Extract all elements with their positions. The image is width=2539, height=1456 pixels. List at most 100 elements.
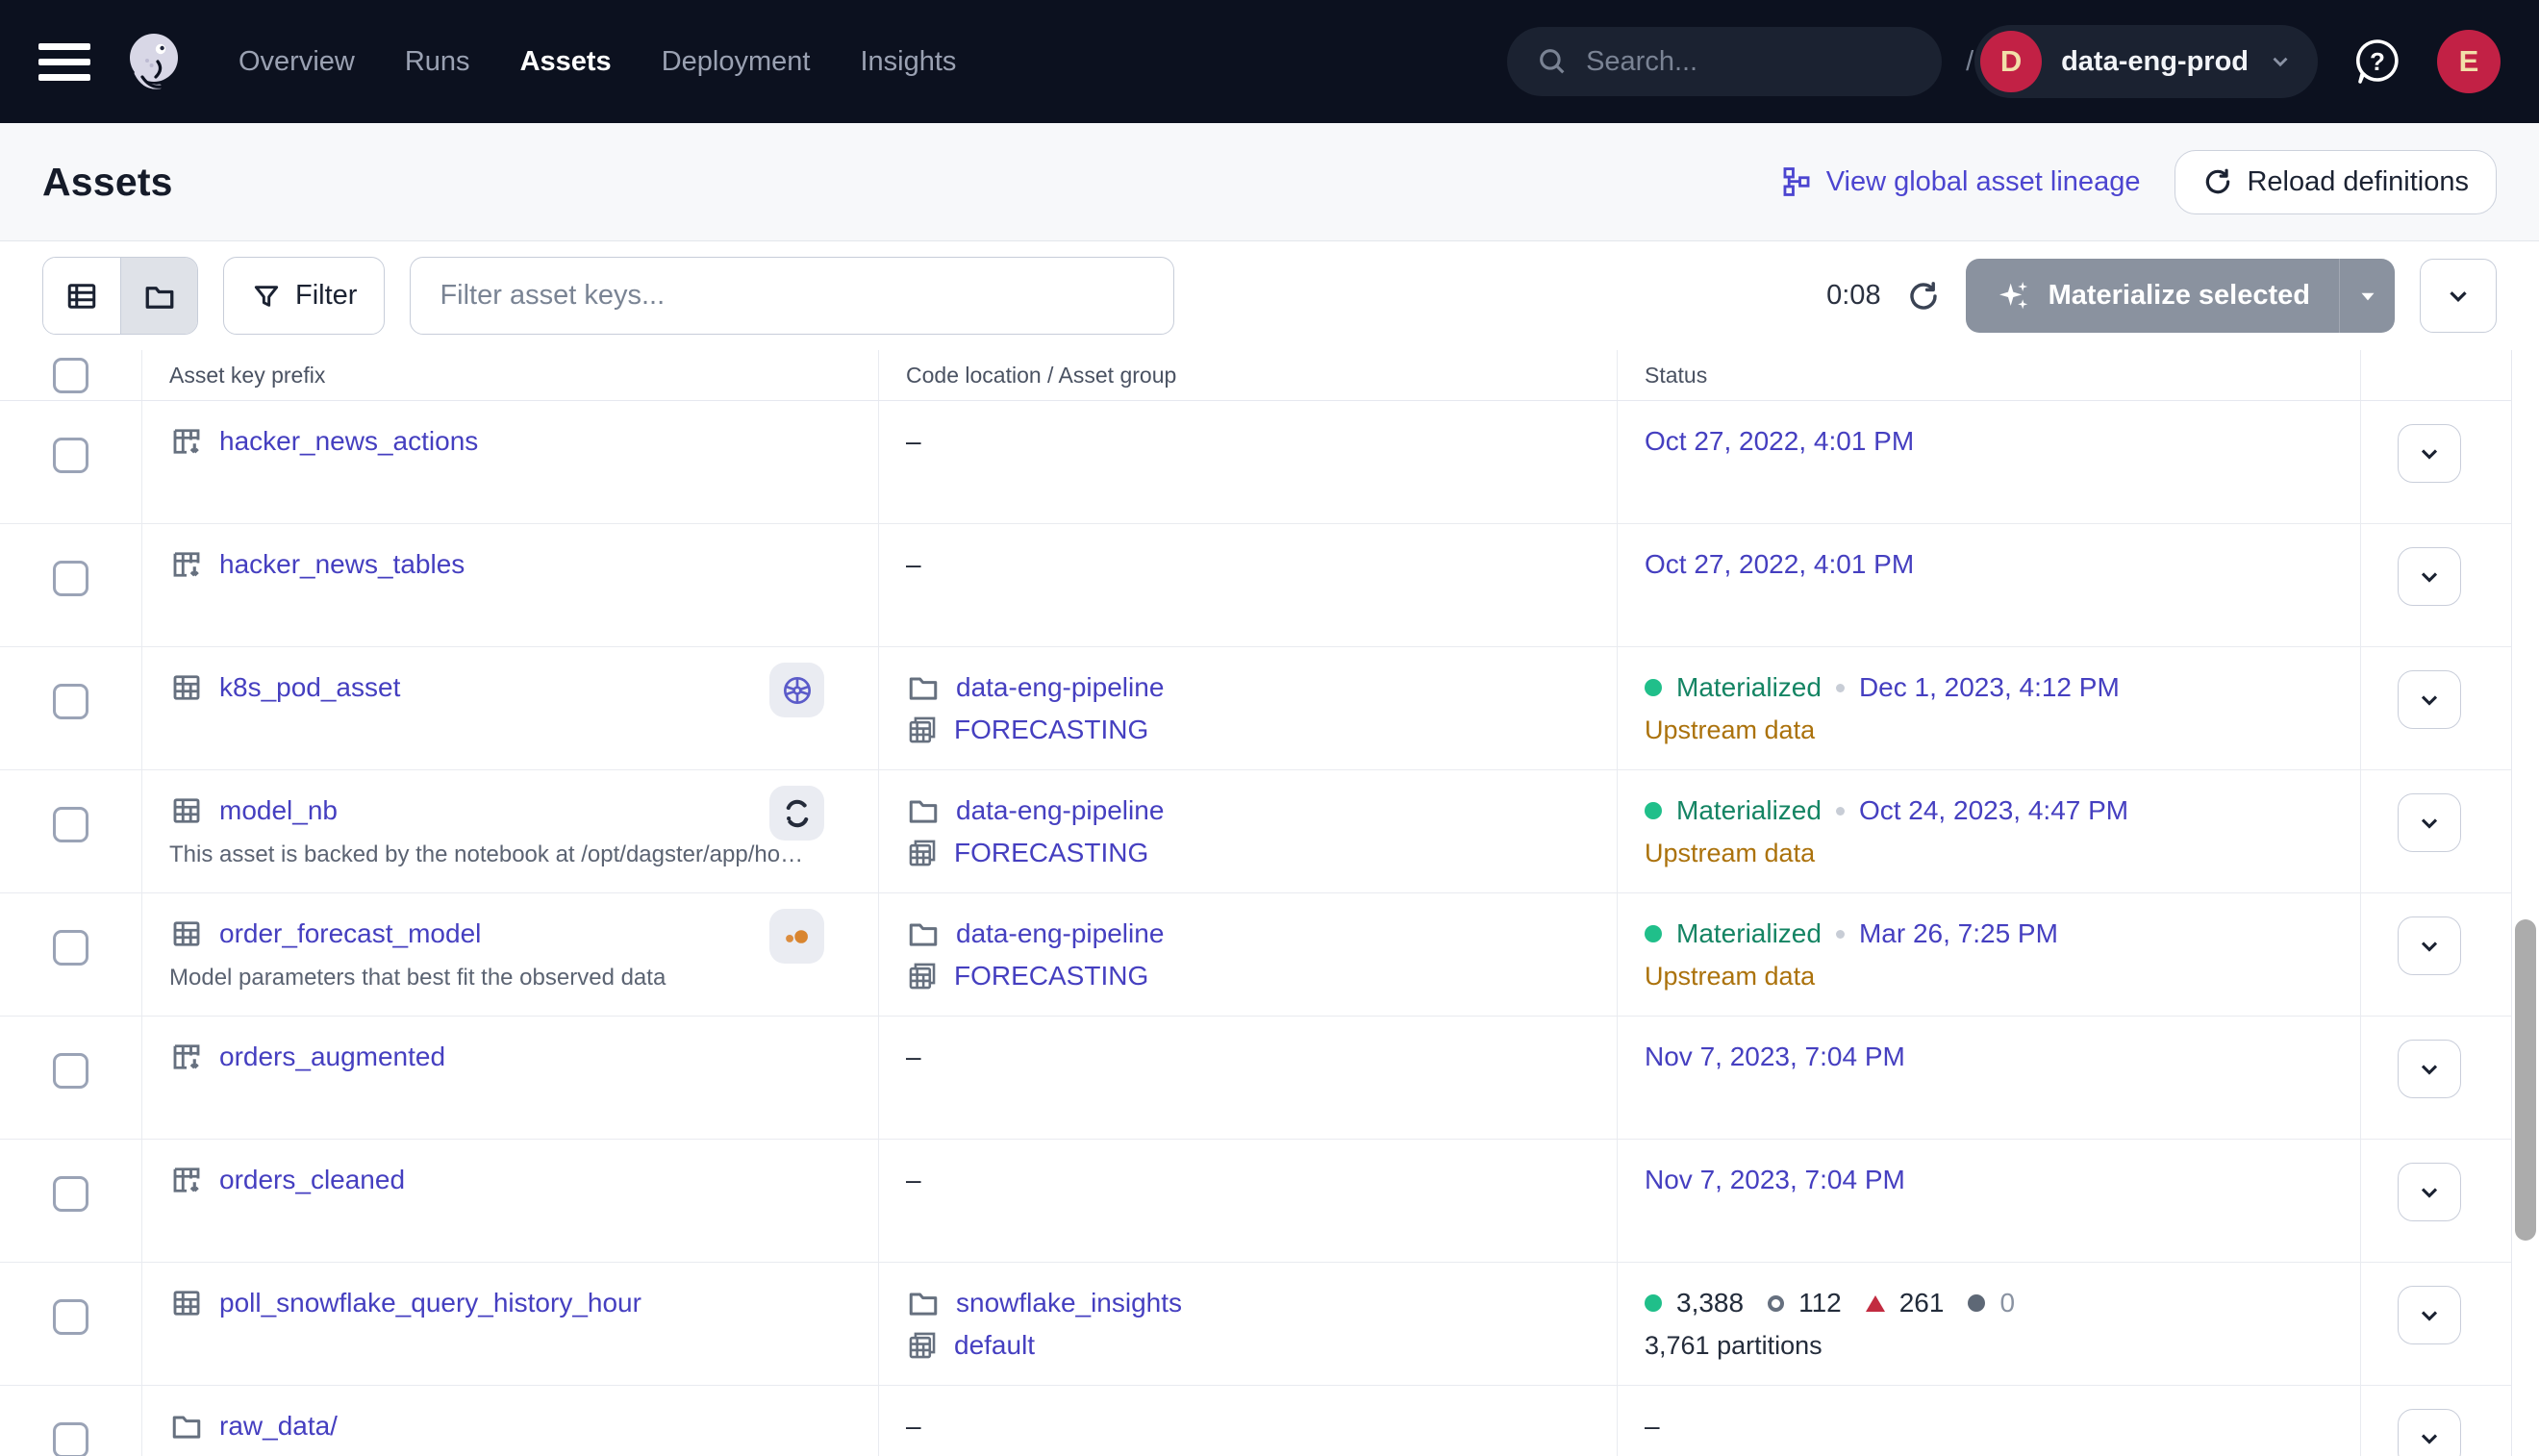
menu-icon[interactable] xyxy=(38,36,90,88)
row-checkbox[interactable] xyxy=(53,1176,88,1212)
compute-kind-badge xyxy=(769,786,824,841)
chevron-down-icon xyxy=(2416,1179,2443,1206)
select-all-checkbox[interactable] xyxy=(53,358,88,393)
materialized-count-dot xyxy=(1645,1294,1662,1312)
filter-asset-keys-input[interactable] xyxy=(410,257,1174,335)
materialization-date-link[interactable]: Nov 7, 2023, 7:04 PM xyxy=(1645,1165,1905,1195)
view-global-asset-lineage-link[interactable]: View global asset lineage xyxy=(1780,165,2141,198)
asset-key-link[interactable]: orders_cleaned xyxy=(219,1165,405,1195)
funnel-icon xyxy=(251,281,282,312)
status-line: Nov 7, 2023, 7:04 PM xyxy=(1645,1039,2360,1075)
asset-key-cell: poll_snowflake_query_history_hour xyxy=(142,1263,879,1385)
nav-item-runs[interactable]: Runs xyxy=(405,46,470,78)
nav-item-assets[interactable]: Assets xyxy=(520,46,612,78)
row-expand-button[interactable] xyxy=(2398,1040,2461,1098)
row-expand-button[interactable] xyxy=(2398,670,2461,729)
user-avatar[interactable]: E xyxy=(2437,30,2501,93)
row-actions-cell xyxy=(2361,401,2512,523)
missing-count-ring xyxy=(1768,1295,1784,1312)
row-checkbox[interactable] xyxy=(53,1422,88,1456)
column-status: Status xyxy=(1618,350,2361,400)
asset-key-link[interactable]: poll_snowflake_query_history_hour xyxy=(219,1288,641,1318)
asset-key-link[interactable]: model_nb xyxy=(219,795,338,826)
row-expand-button[interactable] xyxy=(2398,547,2461,606)
asset-key-cell: orders_cleaned xyxy=(142,1140,879,1262)
asset-key-link[interactable]: hacker_news_tables xyxy=(219,549,465,580)
asset-key-link[interactable]: k8s_pod_asset xyxy=(219,672,400,703)
dagster-logo[interactable] xyxy=(119,27,189,96)
materialization-date-link[interactable]: Oct 24, 2023, 4:47 PM xyxy=(1859,795,2128,826)
refresh-icon[interactable] xyxy=(1906,279,1941,314)
asset-key-link[interactable]: order_forecast_model xyxy=(219,918,481,949)
row-expand-button[interactable] xyxy=(2398,793,2461,852)
code-location-link[interactable]: snowflake_insights xyxy=(956,1288,1182,1318)
search-input[interactable] xyxy=(1586,46,1948,78)
nav-item-insights[interactable]: Insights xyxy=(860,46,956,78)
empty-value: – xyxy=(906,1165,921,1194)
more-actions-dropdown[interactable] xyxy=(2420,259,2497,333)
vertical-scrollbar[interactable] xyxy=(2515,919,2536,1241)
row-checkbox[interactable] xyxy=(53,807,88,842)
materialization-date-link[interactable]: Nov 7, 2023, 7:04 PM xyxy=(1645,1042,1905,1072)
row-checkbox[interactable] xyxy=(53,930,88,966)
materialize-options-dropdown[interactable] xyxy=(2339,259,2395,333)
lineage-icon xyxy=(1780,165,1813,198)
partition-counts-line: 3,3881122610 xyxy=(1645,1285,2360,1321)
asset-group-link[interactable]: FORECASTING xyxy=(954,838,1148,868)
asset-group-link[interactable]: default xyxy=(954,1330,1035,1361)
asset-key-link[interactable]: hacker_news_actions xyxy=(219,426,478,457)
workspace-switcher[interactable]: D data-eng-prod xyxy=(1974,25,2318,98)
row-checkbox-cell xyxy=(0,1386,142,1456)
noteable-icon xyxy=(779,795,816,832)
folder-view-button[interactable] xyxy=(120,258,197,334)
filter-button[interactable]: Filter xyxy=(223,257,385,335)
asset-key-line: hacker_news_actions xyxy=(169,423,859,460)
asset-key-link[interactable]: orders_augmented xyxy=(219,1042,445,1072)
row-expand-button[interactable] xyxy=(2398,1163,2461,1221)
asset-table-icon xyxy=(169,670,204,705)
code-location-link[interactable]: data-eng-pipeline xyxy=(956,795,1164,826)
row-checkbox-cell xyxy=(0,1140,142,1262)
asset-key-cell: model_nbThis asset is backed by the note… xyxy=(142,770,879,892)
table-row: hacker_news_actions–Oct 27, 2022, 4:01 P… xyxy=(0,401,2511,524)
row-checkbox[interactable] xyxy=(53,1053,88,1089)
asset-key-cell: hacker_news_actions xyxy=(142,401,879,523)
compute-kind-badge xyxy=(769,909,824,964)
row-expand-button[interactable] xyxy=(2398,1409,2461,1456)
asset-group-link[interactable]: FORECASTING xyxy=(954,961,1148,992)
row-checkbox[interactable] xyxy=(53,561,88,596)
nav-item-deployment[interactable]: Deployment xyxy=(662,46,811,78)
asset-prefix-icon xyxy=(169,547,204,582)
row-expand-button[interactable] xyxy=(2398,916,2461,975)
asset-key-line: hacker_news_tables xyxy=(169,546,859,583)
code-location-cell: data-eng-pipeline FORECASTING xyxy=(879,647,1618,769)
materialize-selected-button[interactable]: Materialize selected xyxy=(1966,259,2339,333)
row-expand-button[interactable] xyxy=(2398,1286,2461,1344)
row-expand-button[interactable] xyxy=(2398,424,2461,483)
code-location-cell: snowflake_insights default xyxy=(879,1263,1618,1385)
asset-key-cell: hacker_news_tables xyxy=(142,524,879,646)
row-checkbox[interactable] xyxy=(53,684,88,719)
help-icon[interactable]: ? xyxy=(2350,35,2404,88)
global-search[interactable]: / xyxy=(1507,27,1942,96)
asset-prefix-icon xyxy=(169,424,204,459)
asset-key-link[interactable]: raw_data/ xyxy=(219,1411,338,1442)
asset-key-line: poll_snowflake_query_history_hour xyxy=(169,1285,859,1321)
code-location-link[interactable]: data-eng-pipeline xyxy=(956,918,1164,949)
reload-definitions-button[interactable]: Reload definitions xyxy=(2174,150,2497,214)
flat-list-view-button[interactable] xyxy=(43,258,120,334)
asset-group-line: FORECASTING xyxy=(906,958,1617,994)
nav-item-overview[interactable]: Overview xyxy=(239,46,355,78)
code-location-link[interactable]: data-eng-pipeline xyxy=(956,672,1164,703)
materialization-date-link[interactable]: Oct 27, 2022, 4:01 PM xyxy=(1645,426,1914,457)
materialization-date-link[interactable]: Dec 1, 2023, 4:12 PM xyxy=(1859,672,2120,703)
row-checkbox[interactable] xyxy=(53,438,88,473)
materialization-date-link[interactable]: Mar 26, 7:25 PM xyxy=(1859,918,2058,949)
row-actions-cell xyxy=(2361,893,2512,1016)
row-checkbox[interactable] xyxy=(53,1299,88,1335)
row-actions-cell xyxy=(2361,524,2512,646)
asset-prefix-icon xyxy=(169,1040,204,1074)
materialization-date-link[interactable]: Oct 27, 2022, 4:01 PM xyxy=(1645,549,1914,580)
row-actions-cell xyxy=(2361,770,2512,892)
asset-group-link[interactable]: FORECASTING xyxy=(954,715,1148,745)
